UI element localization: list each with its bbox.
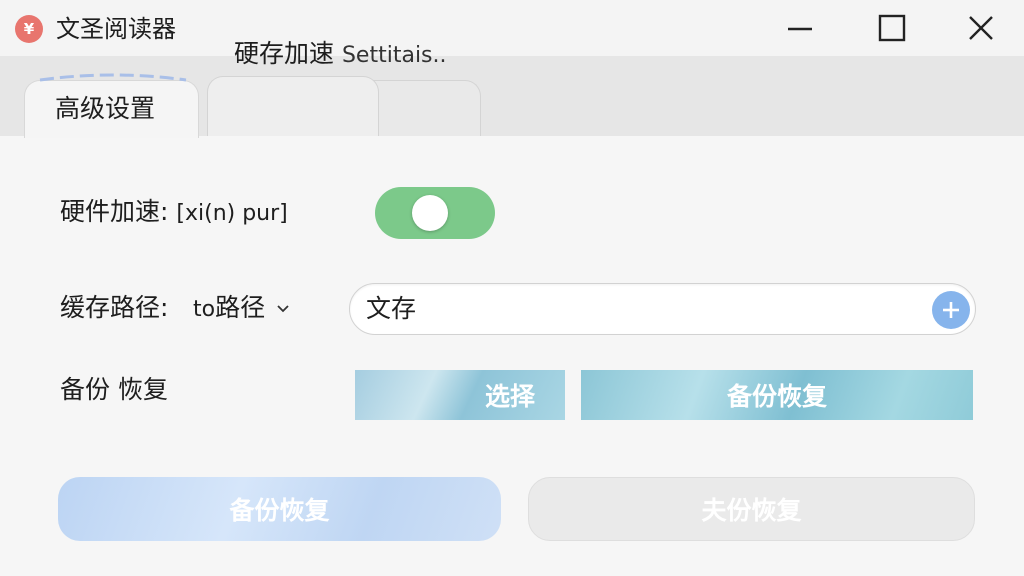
hardware-accel-label-latin: [xi(n) pur]	[176, 201, 288, 226]
cache-path-input-value: 文存	[366, 294, 417, 323]
toggle-knob	[412, 195, 448, 231]
app-logo-icon: ¥	[15, 15, 43, 43]
footer-restore-button[interactable]: 夫份恢复	[528, 477, 975, 541]
tab-advanced-settings-label: 高级设置	[55, 94, 156, 123]
backup-restore-label: 备份 恢复	[60, 375, 168, 404]
tab-cache-accel-label: 硬存加速 Settitais..	[234, 38, 447, 72]
minimize-button[interactable]	[778, 8, 822, 48]
tab-strip: 高级设置	[0, 56, 1024, 138]
minimize-icon	[788, 27, 812, 31]
tab-cache-accel-label-cjk: 硬存加速	[234, 39, 335, 68]
tab-cache-accel[interactable]	[207, 76, 379, 136]
tab-cache-accel-label-latin: Settitais..	[341, 43, 447, 68]
close-button[interactable]	[959, 8, 1003, 48]
add-path-button[interactable]	[932, 291, 970, 329]
tab-advanced-settings[interactable]: 高级设置	[24, 80, 199, 138]
hardware-accel-toggle[interactable]	[375, 187, 495, 239]
maximize-icon	[878, 14, 906, 42]
cache-path-input[interactable]: 文存	[349, 283, 976, 335]
hardware-accel-label-cjk: 硬件加速:	[60, 197, 169, 226]
backup-restore-button[interactable]: 备份恢复	[581, 370, 973, 420]
footer-backup-restore-button[interactable]: 备份恢复	[58, 477, 501, 541]
cache-path-label: 缓存路径:	[60, 292, 168, 324]
select-button[interactable]: 选择	[355, 370, 565, 420]
chevron-down-icon	[277, 305, 289, 313]
close-icon	[969, 16, 993, 40]
cache-path-dropdown-value: 路径	[215, 293, 266, 322]
window-title: 文圣阅读器	[56, 15, 176, 43]
tab-focus-accent	[39, 73, 187, 82]
cache-path-dropdown-prefix: to	[193, 297, 216, 322]
plus-icon	[943, 302, 959, 318]
cache-path-dropdown[interactable]: to路径	[193, 292, 291, 326]
maximize-button[interactable]	[870, 8, 914, 48]
hardware-accel-label: 硬件加速: [xi(n) pur]	[60, 196, 288, 230]
cache-path-label-cjk: 缓存路径:	[60, 293, 169, 322]
title-bar: ¥ 文圣阅读器	[0, 0, 1024, 56]
